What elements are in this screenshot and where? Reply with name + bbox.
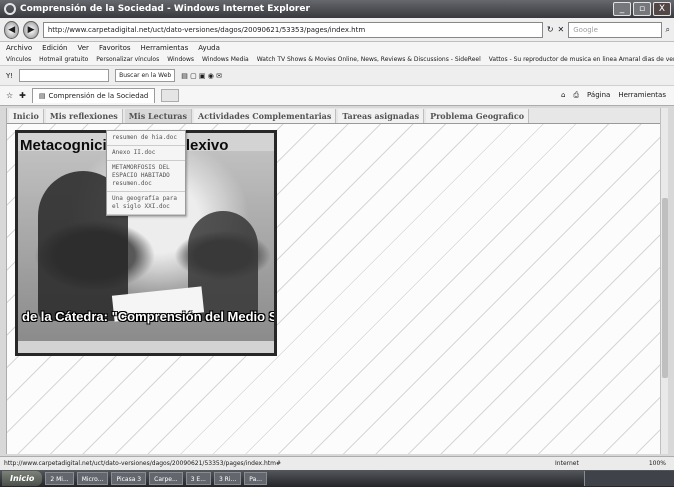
tab-bar: ☆ ✚ ▤ Comprensión de la Sociedad ⌂ ⎙ Pág… bbox=[0, 86, 674, 106]
favorites-bar: Vínculos Hotmail gratuito Personalizar v… bbox=[0, 54, 674, 66]
window-controls: _ ▫ X bbox=[613, 2, 671, 16]
dropdown-item[interactable]: Una geografía para el siglo XXI.doc bbox=[107, 192, 185, 215]
address-bar: ◀ ▶ http://www.carpetadigital.net/uct/da… bbox=[0, 18, 674, 42]
close-button[interactable]: X bbox=[653, 2, 671, 16]
nav-actividades-complementarias[interactable]: Actividades Complementarias bbox=[193, 108, 337, 123]
internet-explorer-icon bbox=[4, 3, 16, 15]
vertical-scrollbar[interactable] bbox=[660, 108, 668, 454]
refresh-icon[interactable]: ↻ bbox=[547, 25, 554, 34]
back-button[interactable]: ◀ bbox=[4, 20, 20, 39]
dropdown-item[interactable]: METAMORFOSIS DEL ESPACIO HABITADO resume… bbox=[107, 161, 185, 192]
forward-button[interactable]: ▶ bbox=[23, 20, 39, 39]
zoom-level[interactable]: 100% bbox=[649, 460, 666, 467]
taskbar-item[interactable]: Picasa 3 bbox=[111, 472, 147, 485]
taskbar-item[interactable]: Pa... bbox=[244, 472, 267, 485]
banner-title-bottom: de la Cátedra: "Comprensión del Medio So… bbox=[22, 309, 277, 324]
status-url: http://www.carpetadigital.net/uct/dato-v… bbox=[4, 460, 282, 467]
taskbar-item[interactable]: Carpe... bbox=[149, 472, 183, 485]
page-menu[interactable]: Página bbox=[587, 91, 610, 100]
maximize-button[interactable]: ▫ bbox=[633, 2, 651, 16]
favorite-link[interactable]: Hotmail gratuito bbox=[39, 54, 88, 65]
nav-mis-lecturas[interactable]: Mis Lecturas bbox=[124, 108, 192, 123]
home-icon[interactable]: ⌂ bbox=[561, 91, 565, 100]
toolbar-search-button[interactable]: Buscar en la Web bbox=[115, 69, 176, 82]
yahoo-logo-icon[interactable]: Y! bbox=[6, 72, 13, 80]
favorite-link[interactable]: Windows bbox=[167, 54, 194, 65]
menu-edicion[interactable]: Edición bbox=[42, 42, 67, 54]
menu-archivo[interactable]: Archivo bbox=[6, 42, 32, 54]
toolbar-search-input[interactable] bbox=[19, 69, 110, 82]
taskbar-item[interactable]: Micro... bbox=[76, 472, 109, 485]
menu-favoritos[interactable]: Favoritos bbox=[99, 42, 131, 54]
stop-icon[interactable]: ✕ bbox=[558, 25, 565, 34]
taskbar-item[interactable]: 3 E... bbox=[185, 472, 211, 485]
favorite-link[interactable]: Windows Media bbox=[202, 54, 249, 65]
taskbar-item[interactable]: 3 Ri... bbox=[213, 472, 242, 485]
nav-mis-reflexiones[interactable]: Mis reflexiones bbox=[45, 108, 123, 123]
favorites-star-icon[interactable]: ☆ bbox=[6, 91, 13, 100]
nav-tareas-asignadas[interactable]: Tareas asignadas bbox=[338, 108, 425, 123]
window-title: Comprensión de la Sociedad - Windows Int… bbox=[20, 4, 310, 14]
windows-taskbar: Inicio 2 Mi... Micro... Picasa 3 Carpe..… bbox=[0, 470, 674, 487]
search-input[interactable]: Google bbox=[568, 21, 662, 38]
dropdown-item[interactable]: Anexo II.doc bbox=[107, 146, 185, 161]
nav-inicio[interactable]: Inicio bbox=[9, 108, 44, 123]
tools-menu[interactable]: Herramientas bbox=[618, 91, 666, 100]
menu-herramientas[interactable]: Herramientas bbox=[141, 42, 189, 54]
system-tray bbox=[584, 471, 674, 486]
menu-ayuda[interactable]: Ayuda bbox=[198, 42, 220, 54]
add-favorites-icon[interactable]: ✚ bbox=[19, 91, 26, 100]
mis-lecturas-dropdown: resumen de hia.doc Anexo II.doc METAMORF… bbox=[106, 130, 186, 216]
window-titlebar: Comprensión de la Sociedad - Windows Int… bbox=[0, 0, 674, 18]
minimize-button[interactable]: _ bbox=[613, 2, 631, 16]
page-icon: ▤ bbox=[38, 92, 46, 100]
menu-bar: Archivo Edición Ver Favoritos Herramient… bbox=[0, 42, 674, 54]
toolbar-icons[interactable]: ▤ ▢ ▣ ◉ ✉ bbox=[181, 72, 222, 80]
menu-ver[interactable]: Ver bbox=[78, 42, 89, 54]
scrollbar-thumb[interactable] bbox=[662, 198, 668, 378]
favorite-link[interactable]: Watch TV Shows & Movies Online, News, Re… bbox=[257, 54, 481, 65]
status-bar: http://www.carpetadigital.net/uct/dato-v… bbox=[0, 456, 674, 470]
new-tab-button[interactable] bbox=[161, 89, 180, 102]
favorite-link[interactable]: Vattos - Su reproductor de musica en lin… bbox=[489, 54, 674, 65]
search-icon[interactable]: ⌕ bbox=[666, 25, 670, 35]
nav-problema-geografico[interactable]: Problema Geografico bbox=[426, 108, 530, 123]
print-icon[interactable]: ⎙ bbox=[573, 91, 579, 100]
favorite-link[interactable]: Personalizar vínculos bbox=[96, 54, 159, 65]
start-button[interactable]: Inicio bbox=[2, 471, 43, 486]
dropdown-item[interactable]: resumen de hia.doc bbox=[107, 131, 185, 146]
tab-comprension[interactable]: ▤ Comprensión de la Sociedad bbox=[31, 88, 156, 103]
site-navigation: Inicio Mis reflexiones Mis Lecturas Acti… bbox=[7, 108, 661, 124]
tab-label: Comprensión de la Sociedad bbox=[48, 92, 149, 100]
yahoo-toolbar: Y! Buscar en la Web ▤ ▢ ▣ ◉ ✉ bbox=[0, 66, 674, 86]
taskbar-item[interactable]: 2 Mi... bbox=[45, 472, 74, 485]
page-content: Inicio Mis reflexiones Mis Lecturas Acti… bbox=[6, 108, 668, 454]
favorites-label: Vínculos bbox=[6, 56, 32, 63]
security-zone: Internet bbox=[555, 460, 579, 467]
url-input[interactable]: http://www.carpetadigital.net/uct/dato-v… bbox=[42, 21, 543, 38]
